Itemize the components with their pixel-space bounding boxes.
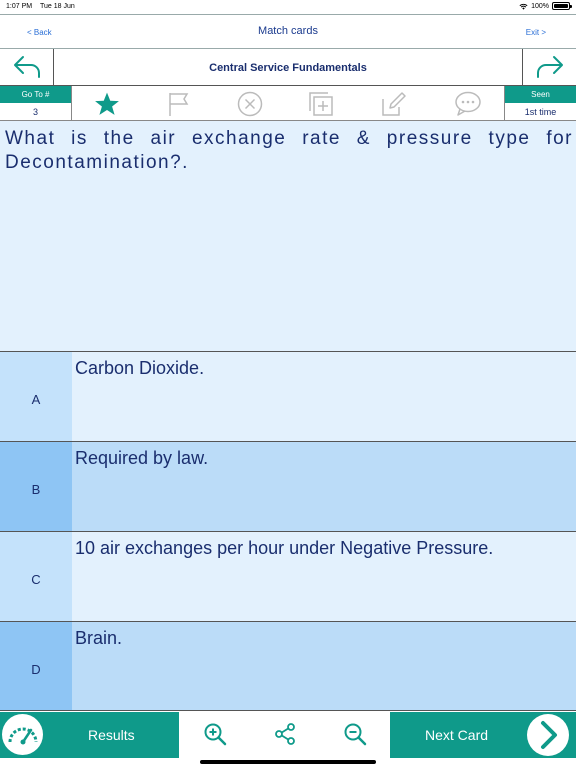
star-button[interactable] — [92, 89, 122, 119]
bottom-bar: Results Next Card — [0, 710, 576, 758]
answer-text: Brain. — [75, 628, 123, 648]
zoom-out-icon — [344, 723, 367, 746]
home-indicator[interactable] — [200, 760, 376, 764]
seen-label: Seen — [505, 86, 576, 103]
next-card-arrow-button[interactable] — [522, 49, 576, 85]
exit-button[interactable]: Exit > — [526, 28, 546, 37]
zoom-in-icon — [204, 723, 227, 746]
answer-letter: A — [0, 352, 72, 441]
zoom-in-button[interactable] — [202, 721, 228, 747]
goto-value[interactable]: 3 — [0, 103, 71, 121]
status-date: Tue 18 Jun — [40, 3, 75, 10]
gauge-icon — [2, 714, 43, 755]
undo-arrow-icon — [13, 56, 40, 78]
status-right: 100% — [519, 2, 572, 10]
answer-text: Carbon Dioxide. — [75, 358, 205, 378]
answer-option-a[interactable]: A Carbon Dioxide. — [0, 351, 576, 441]
chevron-right-icon — [527, 714, 569, 756]
status-bar: 1:07 PM Tue 18 Jun 100% — [0, 0, 576, 14]
answer-text: Required by law. — [75, 448, 209, 468]
card-title: Central Service Fundamentals — [209, 62, 367, 74]
close-circle-icon — [237, 91, 263, 117]
answer-option-d[interactable]: D Brain. — [0, 621, 576, 711]
battery-percent: 100% — [531, 2, 549, 10]
results-button[interactable]: Results — [0, 712, 179, 758]
zoom-out-button[interactable] — [342, 721, 368, 747]
answer-letter: B — [0, 442, 72, 531]
seen-value: 1st time — [524, 107, 557, 117]
next-card-button[interactable]: Next Card — [390, 712, 576, 758]
card-toolbar: Go To # 3 Seen 1st time — [0, 86, 576, 121]
nav-title: Match cards — [258, 25, 318, 37]
results-label: Results — [88, 727, 135, 743]
redo-arrow-icon — [536, 56, 563, 78]
question-panel: What is the air exchange rate & pressure… — [0, 121, 576, 352]
question-text: What is the air exchange rate & pressure… — [5, 128, 573, 173]
share-button[interactable] — [272, 721, 298, 747]
answer-option-c[interactable]: C 10 air exchanges per hour under Negati… — [0, 531, 576, 621]
status-time: 1:07 PM — [6, 3, 33, 10]
add-card-button[interactable] — [306, 89, 336, 119]
battery-icon — [552, 2, 572, 10]
answer-option-b[interactable]: B Required by law. — [0, 441, 576, 531]
previous-card-button[interactable] — [0, 49, 54, 85]
seen-box: Seen 1st time — [504, 86, 576, 121]
goto-box[interactable]: Go To # 3 — [0, 86, 72, 121]
answer-letter: C — [0, 532, 72, 621]
card-title-bar: Central Service Fundamentals — [0, 49, 576, 86]
edit-button[interactable] — [378, 89, 408, 119]
next-card-label: Next Card — [425, 727, 489, 743]
flag-button[interactable] — [163, 89, 193, 119]
flag-icon — [169, 93, 189, 116]
answer-text: 10 air exchanges per hour under Negative… — [75, 538, 494, 558]
nav-bar: < Back Match cards Exit > — [0, 14, 576, 49]
edit-icon — [382, 92, 406, 116]
goto-label: Go To # — [0, 86, 71, 103]
remove-button[interactable] — [235, 89, 265, 119]
wifi-icon — [519, 3, 528, 10]
add-card-icon — [309, 92, 333, 116]
comment-icon — [455, 91, 481, 116]
star-icon — [95, 92, 119, 115]
answer-letter: D — [0, 622, 72, 711]
comment-button[interactable] — [453, 89, 483, 119]
share-icon — [275, 723, 295, 745]
